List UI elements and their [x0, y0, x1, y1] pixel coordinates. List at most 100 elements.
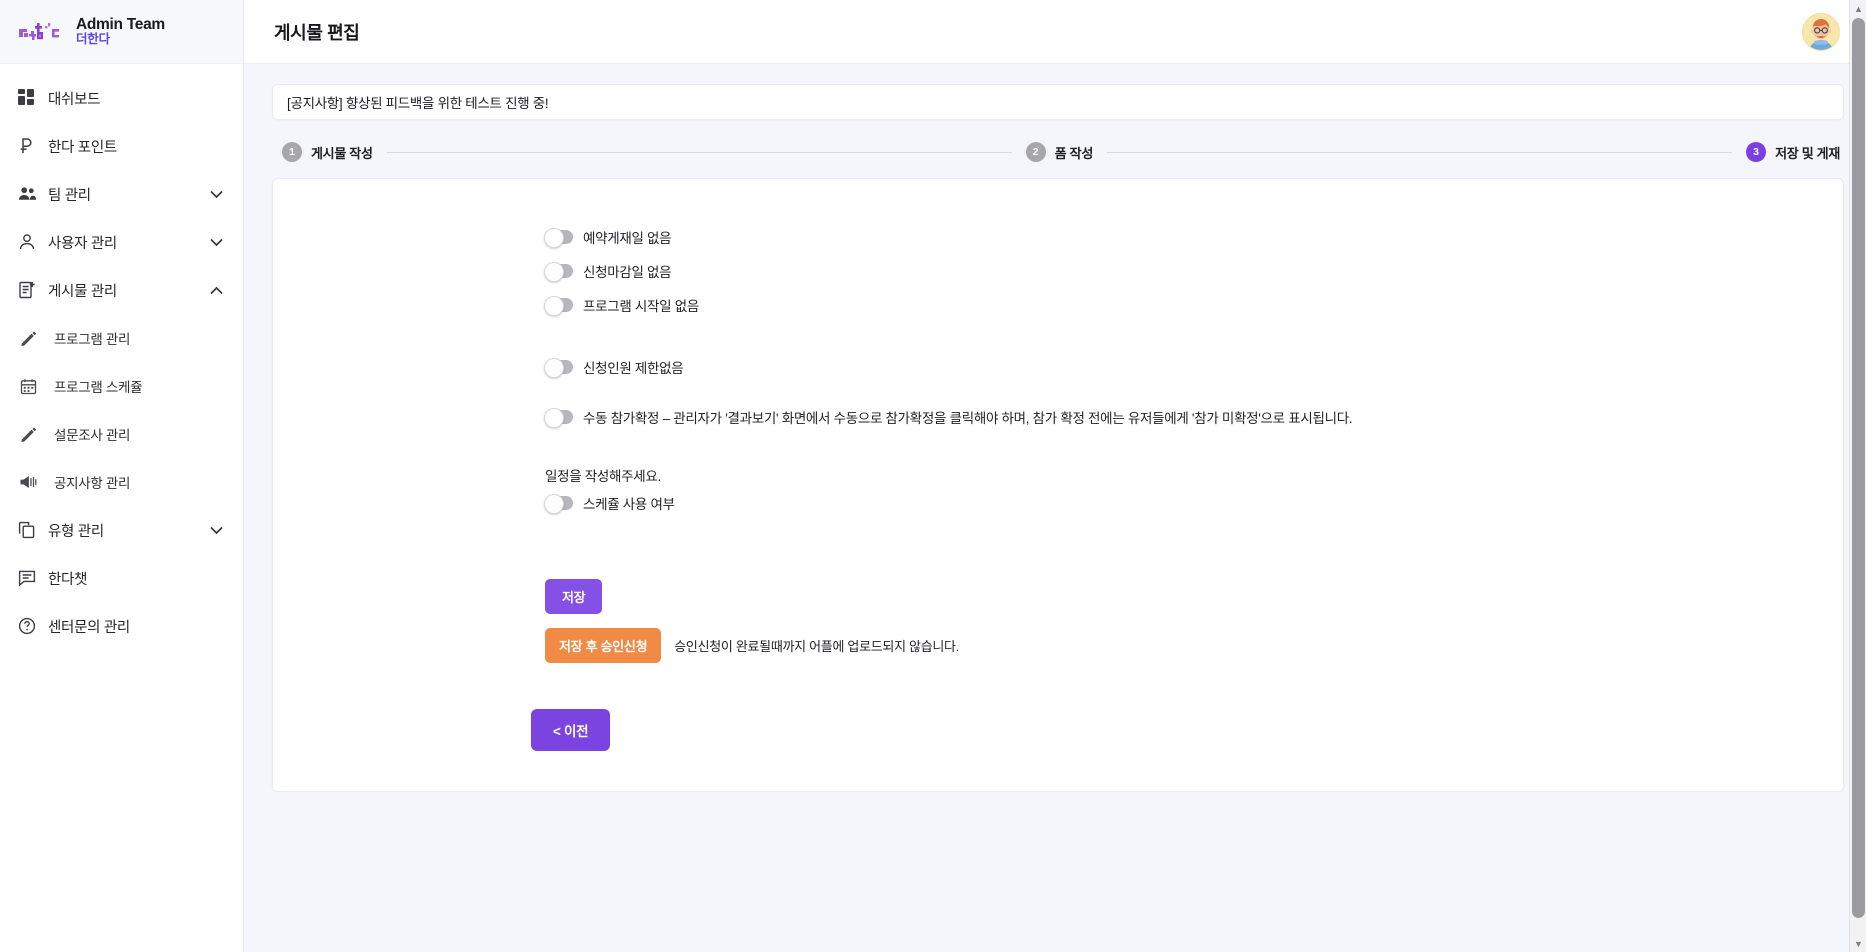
sidebar-item-points[interactable]: 한다 포인트	[0, 122, 243, 170]
toggle-row-application-deadline[interactable]: 신청마감일 없음	[273, 257, 1843, 285]
user-avatar[interactable]	[1802, 12, 1840, 51]
sidebar-item-team-management[interactable]: 팀 관리	[0, 170, 243, 218]
step-number: 1	[282, 142, 302, 162]
sidebar-item-label: 팀 관리	[48, 187, 91, 204]
toggle-label: 신청인원 제한없음	[583, 361, 684, 376]
brand-header[interactable]: Admin Team 더한다	[0, 0, 243, 64]
sidebar-item-user-management[interactable]: 사용자 관리	[0, 218, 243, 266]
toggle-row-use-schedule[interactable]: 스케쥴 사용 여부	[273, 489, 1843, 517]
person-icon	[18, 233, 48, 251]
toggle-row-scheduled-publish[interactable]: 예약게재일 없음	[273, 223, 1843, 251]
sidebar-item-label: 센터문의 관리	[48, 619, 130, 636]
page-title: 게시물 편집	[274, 22, 360, 43]
sidebar-item-label: 유형 관리	[48, 523, 104, 540]
sidebar-item-post-management[interactable]: 게시물 관리	[0, 266, 243, 314]
step-label: 게시물 작성	[311, 145, 373, 161]
step-number: 3	[1746, 142, 1767, 162]
toggle-label: 스케쥴 사용 여부	[583, 497, 675, 512]
scroll-down-arrow-icon[interactable]: ▼	[1850, 935, 1866, 952]
schedule-note: 일정을 작성해주세요.	[545, 469, 661, 484]
chevron-down-icon[interactable]	[207, 190, 225, 199]
step-label: 저장 및 게재	[1775, 145, 1841, 161]
sidebar-item-program-management[interactable]: 프로그램 관리	[0, 314, 243, 362]
toggle-label: 신청마감일 없음	[583, 265, 672, 280]
pencil-icon	[20, 330, 54, 347]
sidebar-item-label: 프로그램 스케쥴	[54, 380, 143, 395]
toggle-switch[interactable]	[544, 408, 573, 428]
chat-icon	[18, 569, 48, 587]
point-icon	[18, 137, 48, 155]
step-connector	[386, 151, 1012, 153]
step-3[interactable]: 3 저장 및 게재	[1746, 142, 1840, 162]
sidebar-nav: 대쉬보드 한다 포인트 팀 관리 사용자 관리 게시물 관리 프로그램 관리 프…	[0, 64, 243, 952]
sidebar-item-handa-chat[interactable]: 한다챗	[0, 554, 243, 602]
group-icon	[18, 185, 48, 203]
toggle-label: 예약게재일 없음	[583, 231, 672, 246]
megaphone-icon	[20, 474, 54, 490]
prev-button-wrap: < 이전	[273, 709, 1843, 791]
chevron-down-icon[interactable]	[207, 526, 225, 535]
page-scrollbar[interactable]: ▲ ▼	[1849, 0, 1866, 952]
app-root: Admin Team 더한다 대쉬보드 한다 포인트 팀 관리 사용자 관리 게…	[0, 0, 1866, 952]
toggle-switch[interactable]	[544, 358, 573, 378]
content-area: [공지사항] 향상된 피드백을 위한 테스트 진행 중! 1 게시물 작성 2 …	[244, 64, 1866, 792]
dahanda-logo-icon	[18, 18, 62, 46]
sidebar-item-label: 대쉬보드	[48, 91, 101, 108]
toggle-row-manual-confirmation[interactable]: 수동 참가확정 – 관리자가 '결과보기' 화면에서 수동으로 참가확정을 클릭…	[273, 403, 1843, 431]
sidebar-item-label: 사용자 관리	[48, 235, 117, 252]
brand-title: Admin Team	[76, 15, 165, 33]
step-label: 폼 작성	[1054, 145, 1094, 161]
calendar-icon	[20, 378, 54, 395]
approve-row: 저장 후 승인신청 승인신청이 완료될때까지 어플에 업로드되지 않습니다.	[545, 628, 1843, 663]
main-area: 게시물 편집 [공지사항] 향상된 피드백을 위한 테스트 진행 중! 1 게시…	[244, 0, 1866, 952]
help-circle-icon	[18, 617, 48, 635]
step-connector	[1107, 151, 1733, 153]
save-button[interactable]: 저장	[545, 579, 603, 614]
form-panel: 예약게재일 없음 신청마감일 없음 프로그램 시작일 없음 신청인원 제한없음	[272, 178, 1844, 792]
scrollbar-thumb[interactable]	[1852, 18, 1865, 918]
toggle-row-unlimited-applicants[interactable]: 신청인원 제한없음	[273, 353, 1843, 381]
brand-text: Admin Team 더한다	[76, 15, 165, 47]
sidebar: Admin Team 더한다 대쉬보드 한다 포인트 팀 관리 사용자 관리 게…	[0, 0, 244, 952]
scroll-up-arrow-icon[interactable]: ▲	[1850, 0, 1866, 17]
pencil-icon	[20, 426, 54, 443]
action-buttons: 저장 저장 후 승인신청 승인신청이 완료될때까지 어플에 업로드되지 않습니다…	[273, 579, 1843, 663]
sidebar-item-label: 설문조사 관리	[54, 428, 131, 443]
dashboard-icon	[18, 89, 48, 107]
step-number: 2	[1025, 142, 1046, 162]
notice-banner[interactable]: [공지사항] 향상된 피드백을 위한 테스트 진행 중!	[272, 84, 1844, 120]
sidebar-item-notice-management[interactable]: 공지사항 관리	[0, 458, 243, 506]
sidebar-item-dashboard[interactable]: 대쉬보드	[0, 74, 243, 122]
sidebar-item-center-inquiry[interactable]: 센터문의 관리	[0, 602, 243, 650]
previous-button[interactable]: < 이전	[531, 709, 611, 751]
sidebar-item-label: 공지사항 관리	[54, 476, 131, 491]
toggle-switch[interactable]	[544, 228, 573, 248]
copy-icon	[18, 521, 48, 539]
stepper: 1 게시물 작성 2 폼 작성 3 저장 및 게재	[282, 142, 1840, 162]
brand-subtitle: 더한다	[76, 32, 110, 47]
post-add-icon	[18, 281, 48, 299]
chevron-down-icon[interactable]	[207, 238, 225, 247]
approval-note: 승인신청이 완료될때까지 어플에 업로드되지 않습니다.	[674, 639, 959, 654]
top-bar: 게시물 편집	[244, 0, 1866, 64]
toggle-switch[interactable]	[544, 296, 573, 316]
step-1[interactable]: 1 게시물 작성	[282, 142, 373, 162]
sidebar-item-survey-management[interactable]: 설문조사 관리	[0, 410, 243, 458]
save-and-request-approval-button[interactable]: 저장 후 승인신청	[545, 628, 662, 663]
toggle-row-program-start-date[interactable]: 프로그램 시작일 없음	[273, 291, 1843, 319]
sidebar-item-label: 한다챗	[48, 571, 88, 588]
sidebar-item-type-management[interactable]: 유형 관리	[0, 506, 243, 554]
toggle-switch[interactable]	[544, 494, 573, 514]
toggle-switch[interactable]	[544, 262, 573, 282]
sidebar-item-label: 한다 포인트	[48, 139, 117, 156]
step-2[interactable]: 2 폼 작성	[1025, 142, 1094, 162]
notice-text: [공지사항] 향상된 피드백을 위한 테스트 진행 중!	[287, 96, 549, 111]
chevron-up-icon[interactable]	[207, 286, 225, 295]
sidebar-item-label: 게시물 관리	[48, 283, 117, 300]
sidebar-item-label: 프로그램 관리	[54, 332, 131, 347]
toggle-label: 프로그램 시작일 없음	[583, 299, 699, 314]
sidebar-item-program-schedule[interactable]: 프로그램 스케쥴	[0, 362, 243, 410]
